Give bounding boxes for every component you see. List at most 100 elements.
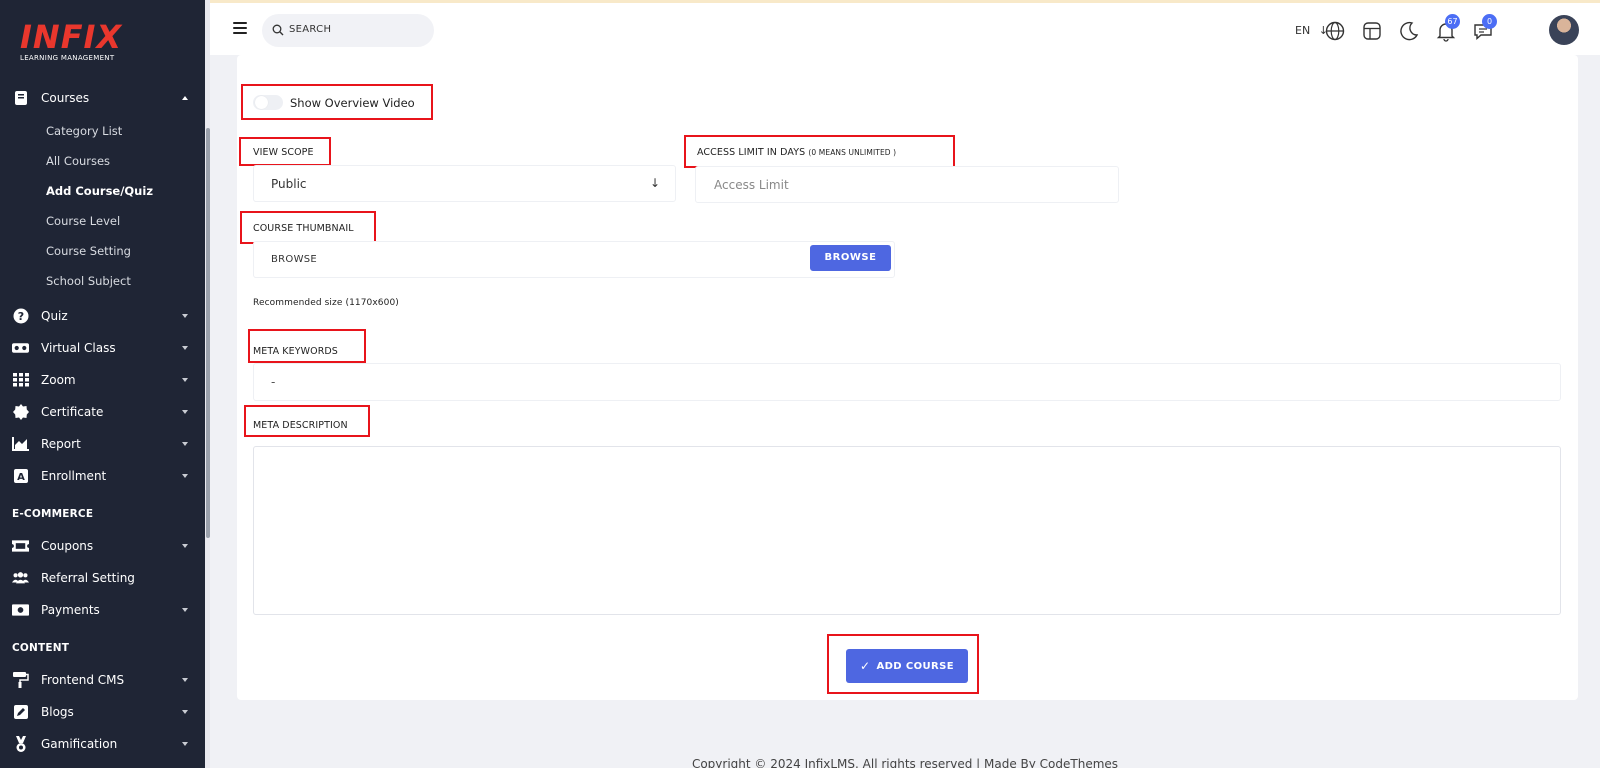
sidebar-item-label: Courses bbox=[41, 91, 90, 105]
course-thumbnail-field[interactable]: BROWSE bbox=[253, 241, 895, 278]
course-thumbnail-label: COURSE THUMBNAIL bbox=[253, 223, 354, 234]
sidebar-sub-category-list[interactable]: Category List bbox=[46, 124, 122, 138]
vr-headset-icon bbox=[12, 340, 29, 357]
search-input[interactable]: SEARCH bbox=[262, 14, 434, 47]
meta-keywords-field[interactable]: - bbox=[253, 363, 1561, 401]
browse-button[interactable]: BROWSE bbox=[810, 245, 891, 271]
svg-text:?: ? bbox=[17, 310, 23, 323]
access-limit-hint: (0 MEANS UNLIMITED ) bbox=[808, 148, 897, 157]
book-icon bbox=[12, 90, 29, 107]
sidebar-item-label: Quiz bbox=[41, 309, 68, 323]
sidebar-item-zoom[interactable]: Zoom bbox=[0, 366, 205, 394]
sidebar-sub-course-level[interactable]: Course Level bbox=[46, 214, 120, 228]
check-icon: ✓ bbox=[860, 659, 871, 673]
sidebar-item-coupons[interactable]: Coupons bbox=[0, 532, 205, 560]
chevron-down-icon bbox=[182, 442, 188, 446]
meta-description-label: META DESCRIPTION bbox=[253, 420, 348, 431]
chevron-down-icon bbox=[182, 710, 188, 714]
add-course-form: Show Overview Video VIEW SCOPE Public ↓ … bbox=[237, 55, 1578, 700]
sidebar-item-label: Gamification bbox=[41, 737, 118, 751]
view-scope-value: Public bbox=[271, 177, 307, 191]
question-circle-icon: ? bbox=[12, 308, 29, 325]
toggle-knob bbox=[255, 96, 268, 109]
recommended-size-note: Recommended size (1170x600) bbox=[253, 298, 399, 308]
certificate-seal-icon bbox=[12, 404, 29, 421]
sidebar-item-label: Virtual Class bbox=[41, 341, 116, 355]
sidebar-sub-add-course[interactable]: Add Course/Quiz bbox=[46, 184, 153, 198]
chevron-down-icon bbox=[182, 474, 188, 478]
layout-icon[interactable] bbox=[1361, 20, 1383, 42]
search-placeholder: SEARCH bbox=[289, 24, 332, 35]
chevron-down-icon bbox=[182, 410, 188, 414]
view-scope-label: VIEW SCOPE bbox=[253, 147, 314, 158]
logo-text: INFIX bbox=[20, 18, 123, 56]
logo-subtitle: LEARNING MANAGEMENT bbox=[20, 54, 115, 62]
sidebar-item-label: Coupons bbox=[41, 539, 94, 553]
sidebar-sub-course-setting[interactable]: Course Setting bbox=[46, 244, 131, 258]
app-logo[interactable]: INFIX LEARNING MANAGEMENT bbox=[20, 20, 122, 62]
meta-keywords-value: - bbox=[271, 375, 276, 389]
overview-video-toggle[interactable] bbox=[253, 95, 283, 110]
meta-description-textarea[interactable] bbox=[253, 446, 1561, 615]
section-heading-content: CONTENT bbox=[12, 642, 70, 654]
sidebar-item-label: Payments bbox=[41, 603, 100, 617]
letter-a-icon: A bbox=[12, 468, 29, 485]
sidebar-item-label: Zoom bbox=[41, 373, 76, 387]
access-limit-placeholder: Access Limit bbox=[714, 178, 789, 192]
search-icon bbox=[272, 24, 284, 36]
meta-keywords-label: META KEYWORDS bbox=[253, 346, 338, 357]
messages-button[interactable]: 0 bbox=[1472, 14, 1497, 42]
sidebar-item-certificate[interactable]: Certificate bbox=[0, 398, 205, 426]
sidebar-item-virtual-class[interactable]: Virtual Class bbox=[0, 334, 205, 362]
sidebar-item-referral-setting[interactable]: Referral Setting bbox=[0, 564, 205, 592]
sidebar-item-report[interactable]: Report bbox=[0, 430, 205, 458]
sidebar-item-gamification[interactable]: Gamification bbox=[0, 730, 205, 758]
svg-text:A: A bbox=[17, 472, 25, 483]
sidebar-sub-all-courses[interactable]: All Courses bbox=[46, 154, 110, 168]
chevron-down-icon bbox=[182, 378, 188, 382]
access-limit-field[interactable]: Access Limit bbox=[695, 166, 1119, 203]
sidebar-sub-school-subject[interactable]: School Subject bbox=[46, 274, 131, 288]
sidebar-item-label: Frontend CMS bbox=[41, 673, 125, 687]
users-icon bbox=[12, 570, 29, 587]
view-scope-select[interactable]: Public ↓ bbox=[253, 165, 676, 202]
sidebar-item-label: Report bbox=[41, 437, 81, 451]
grid-icon bbox=[12, 372, 29, 389]
add-course-button[interactable]: ✓ ADD COURSE bbox=[846, 649, 968, 683]
access-limit-title: ACCESS LIMIT IN DAYS bbox=[697, 147, 806, 158]
chevron-down-icon bbox=[182, 608, 188, 612]
menu-toggle-icon[interactable] bbox=[233, 22, 247, 34]
notifications-button[interactable]: 67 bbox=[1435, 14, 1460, 42]
arrow-down-icon: ↓ bbox=[650, 176, 661, 190]
sidebar-item-label: Enrollment bbox=[41, 469, 107, 483]
ticket-icon bbox=[12, 538, 29, 555]
top-bar: SEARCH EN ↓ 67 0 bbox=[210, 0, 1600, 55]
footer: Copyright © 2024 InfixLMS. All rights re… bbox=[210, 741, 1600, 768]
moon-icon[interactable] bbox=[1398, 20, 1420, 42]
sidebar-item-label: Certificate bbox=[41, 405, 104, 419]
add-course-label: ADD COURSE bbox=[876, 660, 954, 672]
language-selector[interactable]: EN ↓ bbox=[1295, 24, 1328, 37]
globe-icon[interactable] bbox=[1324, 20, 1346, 42]
copyright-text: Copyright © 2024 InfixLMS. All rights re… bbox=[691, 757, 1119, 768]
area-chart-icon bbox=[12, 436, 29, 453]
section-heading-ecommerce: E-COMMERCE bbox=[12, 508, 94, 520]
sidebar-item-quiz[interactable]: ? Quiz bbox=[0, 302, 205, 330]
medal-icon bbox=[12, 735, 29, 753]
chevron-down-icon bbox=[182, 544, 188, 548]
sidebar: INFIX LEARNING MANAGEMENT Courses Catego… bbox=[0, 0, 210, 768]
chevron-down-icon bbox=[182, 678, 188, 682]
user-avatar[interactable] bbox=[1549, 15, 1579, 45]
chevron-down-icon bbox=[182, 346, 188, 350]
sidebar-item-label: Blogs bbox=[41, 705, 74, 719]
sidebar-item-courses[interactable]: Courses bbox=[0, 84, 205, 112]
thumbnail-file-name: BROWSE bbox=[271, 254, 318, 265]
messages-badge: 0 bbox=[1482, 14, 1497, 29]
sidebar-item-payments[interactable]: Payments bbox=[0, 596, 205, 624]
sidebar-item-blogs[interactable]: Blogs bbox=[0, 698, 205, 726]
edit-icon bbox=[12, 704, 29, 721]
sidebar-item-enrollment[interactable]: A Enrollment bbox=[0, 462, 205, 490]
sidebar-scrollbar-thumb[interactable] bbox=[206, 128, 210, 538]
sidebar-item-label: Referral Setting bbox=[41, 571, 135, 585]
sidebar-item-frontend-cms[interactable]: Frontend CMS bbox=[0, 666, 205, 694]
